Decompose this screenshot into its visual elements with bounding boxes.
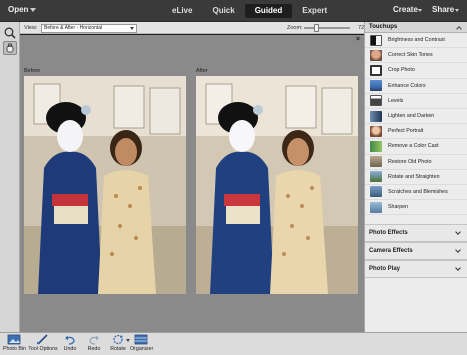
touchup-rotate-straighten[interactable]: Rotate and Straighten [365,170,467,185]
touchup-label: Crop Photo [388,67,415,74]
touchup-color-cast[interactable]: Remove a Color Cast [365,139,467,155]
after-photo-image [196,76,358,294]
touchup-skin-tones[interactable]: Correct Skin Tones [365,48,467,64]
tool-options-icon [37,334,48,345]
touchup-label: Brightness and Contrast [388,37,445,44]
tab-guided[interactable]: Guided [244,4,293,18]
redo-button[interactable]: Redo [86,334,102,355]
rotate-button[interactable]: Rotate [108,334,128,355]
levels-icon [370,95,382,107]
enhance-colors-icon [370,80,382,92]
color-cast-icon [370,140,382,152]
zoom-slider-handle[interactable] [314,24,320,32]
touchup-perfect-portrait[interactable]: Perfect Portrait [365,124,467,140]
touchup-scratches[interactable]: Scratches and Blemishes [365,185,467,201]
touchup-levels[interactable]: Levels [365,94,467,109]
rotate-icon [113,334,123,345]
brightness-contrast-icon [370,34,382,46]
section-label: Photo Effects [369,230,408,237]
lighten-darken-icon [370,110,382,122]
tool-options-button[interactable]: Tool Options [28,334,58,355]
zoom-label: Zoom: [287,25,303,31]
tab-elive[interactable]: eLive [162,4,202,18]
touchup-label: Perfect Portrait [388,128,424,135]
touchup-label: Sharpen [388,204,409,211]
create-button[interactable]: Create [393,5,418,14]
undo-button[interactable]: Undo [62,334,78,355]
touchup-label: Lighten and Darken [388,113,435,120]
section-label: Camera Effects [369,248,413,255]
view-bar: View: Before & After - Horizontal Zoom: … [20,22,369,34]
touchup-label: Rotate and Straighten [388,173,440,180]
touchup-label: Enhance Colors [388,82,426,89]
photo-bin-button[interactable]: Photo Bin [3,334,26,355]
touchup-enhance-colors[interactable]: Enhance Colors [365,79,467,94]
touchup-label: Remove a Color Cast [388,143,439,150]
touchup-brightness-contrast[interactable]: Brightness and Contrast [365,33,467,49]
tab-quick[interactable]: Quick [202,4,244,18]
open-button[interactable]: Open [8,5,28,14]
rotate-straighten-icon [370,171,382,183]
touchup-label: Correct Skin Tones [388,52,433,59]
mode-tabs: eLive Quick Guided Expert [162,4,337,18]
view-select-value: Before & After - Horizontal [44,24,103,31]
share-dropdown-caret-icon[interactable] [455,9,459,12]
tool-strip [0,22,20,332]
section-photo-effects[interactable]: Photo Effects [365,224,467,243]
touchup-label: Levels [388,97,404,104]
zoom-slider[interactable] [304,24,350,32]
undo-icon [65,335,75,345]
before-photo[interactable] [24,76,186,294]
after-label: After [196,68,208,74]
before-photo-image [24,76,186,294]
touchup-crop[interactable]: Crop Photo [365,63,467,79]
zoom-tool[interactable] [3,26,17,40]
view-label: View: [24,25,38,31]
chevron-down-icon [455,229,461,236]
touchup-label: Restore Old Photo [388,158,432,165]
touchup-lighten-darken[interactable]: Lighten and Darken [365,109,467,125]
touchups-list: Brightness and Contrast Correct Skin Ton… [365,33,467,216]
view-select[interactable]: Before & After - Horizontal [41,23,137,33]
hand-icon [6,43,14,53]
close-icon[interactable]: × [356,36,360,43]
chevron-down-icon [455,265,461,272]
chevron-down-icon [130,27,134,30]
touchup-label: Scratches and Blemishes [388,188,448,195]
guided-panel: Touchups Brightness and Contrast Correct… [364,22,467,332]
zoom-icon [4,27,16,39]
section-camera-effects[interactable]: Camera Effects [365,242,467,261]
section-photo-play[interactable]: Photo Play [365,260,467,279]
touchup-restore-photo[interactable]: Restore Old Photo [365,155,467,170]
before-label: Before [24,68,41,74]
organizer-button[interactable]: Organizer [130,334,153,355]
create-dropdown-caret-icon[interactable] [418,9,422,12]
open-dropdown-caret-icon[interactable] [30,8,36,12]
touchups-header[interactable]: Touchups [365,22,467,33]
skin-tone-icon [370,49,382,61]
redo-icon [89,335,99,345]
chevron-up-icon [456,26,462,32]
organizer-icon [134,334,148,345]
tab-expert[interactable]: Expert [292,4,337,18]
share-button[interactable]: Share [432,5,454,14]
top-bar: Open eLive Quick Guided Expert Create Sh… [0,0,467,22]
touchup-sharpen[interactable]: Sharpen [365,200,467,216]
perfect-portrait-icon [370,125,382,137]
hand-tool[interactable] [3,41,17,55]
crop-icon [370,64,382,76]
section-label: Photo Play [369,266,401,273]
scratches-icon [370,186,382,198]
restore-photo-icon [370,156,382,168]
chevron-down-icon [455,247,461,254]
sharpen-icon [370,201,382,213]
touchups-title: Touchups [369,24,398,30]
after-photo[interactable] [196,76,358,294]
photo-bin-icon [7,334,21,345]
bottom-bar: Photo Bin Tool Options Undo Redo Rotate [0,332,467,355]
